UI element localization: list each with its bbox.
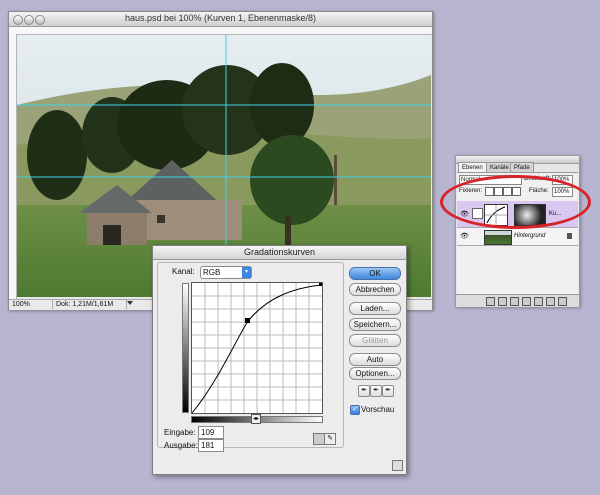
adjustment-layer-icon[interactable] <box>522 297 531 306</box>
output-field[interactable]: 181 <box>198 439 224 452</box>
curve-group-box: Kanal: RGB ▾ ◂▸ Eingabe: 109 Ausgabe: 18… <box>157 262 344 452</box>
input-field[interactable]: 109 <box>198 426 224 439</box>
document-titlebar[interactable]: haus.psd bei 100% (Kurven 1, Ebenenmaske… <box>9 12 432 27</box>
statusbar-menu-icon[interactable] <box>127 301 133 305</box>
channel-select[interactable]: RGB ▾ <box>200 266 252 279</box>
visibility-eye-icon[interactable]: 👁 <box>460 232 469 240</box>
curves-dialog: Gradationskurven Kanal: RGB ▾ ◂▸ Eingabe… <box>152 245 407 475</box>
lock-icon <box>567 233 572 239</box>
new-layer-icon[interactable] <box>546 297 555 306</box>
smooth-button[interactable]: Glätten <box>349 334 401 347</box>
ok-button[interactable]: OK <box>349 267 401 280</box>
dialog-title: Gradationskurven <box>243 247 316 257</box>
options-button[interactable]: Optionen... <box>349 367 401 380</box>
layer-row[interactable]: 👁 Hintergrund <box>457 228 578 246</box>
horizontal-ruler[interactable] <box>9 27 432 35</box>
save-button[interactable]: Speichern... <box>349 318 401 331</box>
palette-bottom-bar <box>456 294 579 307</box>
trash-icon[interactable] <box>558 297 567 306</box>
highlight-oval <box>440 175 591 229</box>
chevron-down-icon: ▾ <box>242 267 251 278</box>
layer-name[interactable]: Hintergrund <box>514 233 545 239</box>
layer-thumbnail[interactable] <box>484 230 512 245</box>
zoom-level[interactable]: 100% <box>9 300 53 309</box>
channel-value: RGB <box>203 268 221 277</box>
black-eyedropper-icon[interactable]: ✒ <box>358 385 370 397</box>
gray-eyedropper-icon[interactable]: ✒ <box>370 385 382 397</box>
document-size-info[interactable]: Dok: 1,21M/1,61M <box>53 300 127 309</box>
document-title: haus.psd bei 100% (Kurven 1, Ebenenmaske… <box>124 13 317 23</box>
pencil-mode-icon[interactable]: ✎ <box>324 433 336 445</box>
channel-label: Kanal: <box>172 267 195 276</box>
output-gradient-bar <box>182 283 189 413</box>
output-label: Ausgabe: <box>164 441 198 450</box>
new-group-icon[interactable] <box>534 297 543 306</box>
white-eyedropper-icon[interactable]: ✒ <box>382 385 394 397</box>
input-label: Eingabe: <box>164 428 196 437</box>
gradient-toggle-icon[interactable]: ◂▸ <box>251 414 261 424</box>
preview-label: Vorschau <box>361 405 395 414</box>
layer-style-icon[interactable] <box>498 297 507 306</box>
curve-control-point <box>245 318 250 323</box>
curve-endpoint <box>319 283 322 286</box>
load-button[interactable]: Laden... <box>349 302 401 315</box>
resize-grip-icon[interactable] <box>392 460 403 471</box>
vertical-ruler[interactable] <box>9 34 17 299</box>
curve-grid-svg <box>191 283 323 414</box>
auto-button[interactable]: Auto <box>349 353 401 366</box>
curve-graph[interactable] <box>191 282 323 414</box>
dialog-titlebar[interactable]: Gradationskurven <box>153 246 406 260</box>
preview-checkbox[interactable]: ✓ <box>350 405 360 415</box>
add-mask-icon[interactable] <box>510 297 519 306</box>
cancel-button[interactable]: Abbrechen <box>349 283 401 296</box>
link-layers-icon[interactable] <box>486 297 495 306</box>
